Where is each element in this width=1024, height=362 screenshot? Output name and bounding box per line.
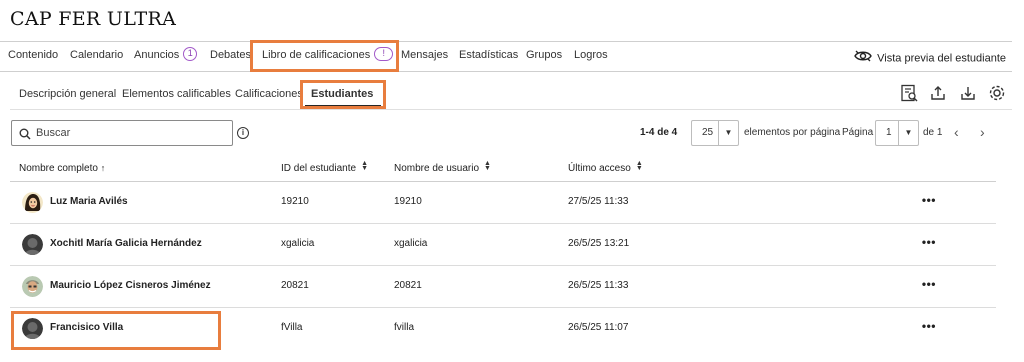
tab-mensajes[interactable]: Mensajes	[401, 42, 448, 72]
last-access: 26/5/25 11:07	[568, 322, 629, 333]
table-header: Nombre completo ↑ ID del estudiante ▲ ▼ No…	[10, 156, 996, 182]
anuncios-count-badge: 1	[183, 47, 198, 62]
highlight-box-students-tab	[300, 80, 386, 109]
download-icon[interactable]	[959, 84, 977, 102]
chevron-right-icon: ›	[980, 124, 985, 140]
student-id: 19210	[281, 196, 309, 207]
subtab-elementos-calificables[interactable]: Elementos calificables	[122, 78, 231, 110]
student-id: xgalicia	[281, 238, 315, 249]
student-preview-button[interactable]: Vista previa del estudiante	[854, 50, 1006, 67]
info-icon[interactable]: i	[237, 127, 249, 139]
username: fvilla	[394, 322, 415, 333]
username: 19210	[394, 196, 422, 207]
last-access: 27/5/25 11:33	[568, 196, 629, 207]
more-options-button[interactable]: •••	[922, 277, 936, 291]
page-value: 1	[886, 127, 892, 138]
student-name[interactable]: Luz Maria Avilés	[50, 196, 128, 207]
per-page-value: 25	[702, 127, 714, 138]
per-page-label: elementos por página	[744, 127, 841, 138]
tab-contenido[interactable]: Contenido	[8, 42, 58, 72]
last-access: 26/5/25 13:21	[568, 238, 630, 249]
table-row[interactable]: Luz Maria Avilés 19210 19210 27/5/25 11:…	[10, 182, 996, 224]
tab-anuncios[interactable]: Anuncios 1	[134, 42, 198, 72]
next-page-button[interactable]: ›	[980, 124, 985, 140]
tab-debates[interactable]: Debates	[210, 42, 251, 72]
chevron-down-icon: ▼	[718, 121, 738, 145]
header-student-id[interactable]: ID del estudiante ▲ ▼	[281, 160, 368, 174]
username: xgalicia	[394, 238, 428, 249]
header-name[interactable]: Nombre completo ↑	[19, 163, 105, 174]
student-preview-label: Vista previa del estudiante	[877, 52, 1006, 65]
sort-icon: ▲ ▼	[635, 160, 643, 173]
course-title: CAP FER ULTRA	[10, 8, 177, 30]
search-icon	[19, 127, 31, 145]
header-last-access-label: Último acceso	[568, 163, 631, 174]
settings-icon[interactable]	[988, 84, 1006, 102]
table-row[interactable]: Mauricio López Cisneros Jiménez 20821 20…	[10, 266, 996, 308]
page-label: Página	[842, 127, 874, 138]
highlight-box-gradebook-tab	[250, 40, 399, 72]
page-select[interactable]: 1 ▼	[875, 120, 919, 146]
tab-calendario[interactable]: Calendario	[70, 42, 123, 72]
student-name[interactable]: Mauricio López Cisneros Jiménez	[50, 280, 211, 291]
tab-grupos[interactable]: Grupos	[526, 42, 562, 72]
gradebook-subnav: Descripción general Elementos calificabl…	[10, 78, 1012, 110]
sort-ascending-icon: ↑	[100, 163, 106, 173]
export-icon[interactable]	[929, 84, 947, 102]
header-last-access[interactable]: Último acceso ▲ ▼	[568, 160, 643, 174]
header-username[interactable]: Nombre de usuario ▲ ▼	[394, 160, 491, 174]
per-page-select[interactable]: 25 ▼	[691, 120, 739, 146]
last-access: 26/5/25 11:33	[568, 280, 629, 291]
header-name-label: Nombre completo	[19, 163, 98, 174]
avatar	[22, 276, 43, 297]
tab-logros[interactable]: Logros	[574, 42, 608, 72]
more-options-button[interactable]: •••	[922, 235, 936, 249]
eye-refresh-icon	[854, 49, 872, 66]
table-row[interactable]: Xochitl María Galicia Hernández xgalicia…	[10, 224, 996, 266]
sort-icon: ▲ ▼	[361, 160, 368, 173]
page-of-label: de 1	[923, 127, 943, 138]
header-username-label: Nombre de usuario	[394, 163, 480, 174]
sort-icon: ▲ ▼	[484, 160, 491, 173]
student-id: fVilla	[281, 322, 303, 333]
search-field[interactable]	[11, 120, 233, 146]
chevron-down-icon: ▼	[898, 121, 918, 145]
avatar	[22, 192, 43, 213]
chevron-left-icon: ‹	[954, 124, 959, 140]
student-name[interactable]: Xochitl María Galicia Hernández	[50, 238, 202, 249]
gradebook-tools	[893, 84, 1006, 104]
highlight-box-student-row	[11, 311, 221, 350]
prev-page-button[interactable]: ‹	[954, 124, 959, 140]
more-options-button[interactable]: •••	[922, 193, 936, 207]
search-input[interactable]	[36, 121, 226, 145]
more-options-button[interactable]: •••	[922, 319, 936, 333]
tab-anuncios-label: Anuncios	[134, 49, 180, 61]
report-icon[interactable]	[900, 84, 918, 102]
subtab-calificaciones[interactable]: Calificaciones	[235, 78, 303, 110]
subtab-descripcion-general[interactable]: Descripción general	[19, 78, 116, 110]
username: 20821	[394, 280, 422, 291]
avatar	[22, 234, 43, 255]
header-student-id-label: ID del estudiante	[281, 163, 357, 174]
result-count: 1-4 de 4	[640, 127, 678, 138]
student-id: 20821	[281, 280, 309, 291]
tab-estadisticas[interactable]: Estadísticas	[459, 42, 518, 72]
